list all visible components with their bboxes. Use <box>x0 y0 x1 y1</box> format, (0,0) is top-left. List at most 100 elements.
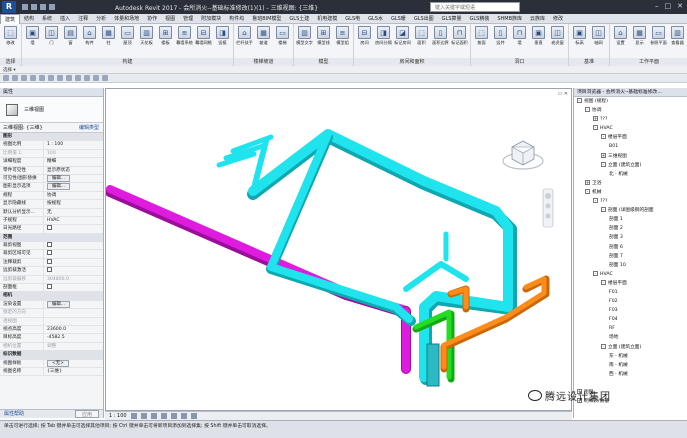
property-value[interactable] <box>44 242 103 249</box>
apply-button[interactable]: 应用 <box>74 410 99 418</box>
revit-logo-icon[interactable]: R <box>2 1 16 13</box>
tool-icon[interactable] <box>93 75 99 81</box>
tab-16[interactable]: GLS水 <box>364 14 387 24</box>
instance-label[interactable]: 三维视图: {三维} <box>3 124 43 131</box>
property-value[interactable]: -4582.5 <box>44 334 103 341</box>
tab-9[interactable]: 管理 <box>179 14 197 24</box>
property-value[interactable]: 协调 <box>44 192 103 199</box>
view-scale[interactable]: 1 : 100 <box>109 413 127 419</box>
collapse-icon[interactable]: - <box>585 188 590 194</box>
browser-node[interactable]: -??? <box>574 197 687 206</box>
property-checkbox[interactable] <box>47 267 52 273</box>
property-value[interactable] <box>44 258 103 266</box>
property-section[interactable]: 范围 <box>0 233 103 243</box>
browser-node[interactable]: F01 <box>574 288 687 297</box>
tab-17[interactable]: GLS暖 <box>387 14 410 24</box>
tab-22[interactable]: 云族库 <box>526 14 549 24</box>
property-value[interactable]: HVAC <box>44 217 103 224</box>
browser-node[interactable] <box>574 379 687 388</box>
search-input[interactable]: 键入关键字或短语 <box>430 2 520 12</box>
property-value[interactable]: 精细 <box>44 158 103 165</box>
tool-icon[interactable] <box>75 75 81 81</box>
tool-icon[interactable] <box>21 75 27 81</box>
save-icon[interactable] <box>31 4 37 10</box>
property-checkbox[interactable] <box>47 250 52 256</box>
temporary-hide-icon[interactable] <box>190 413 197 419</box>
property-checkbox[interactable] <box>47 284 52 290</box>
tab-0[interactable]: 建筑 <box>0 13 21 24</box>
browser-node[interactable]: 剖面 7 <box>574 252 687 261</box>
property-section[interactable]: 相机 <box>0 292 103 301</box>
browser-node[interactable]: 西 - 机械 <box>574 370 687 379</box>
browser-node[interactable]: B01 <box>574 142 687 151</box>
collapse-icon[interactable]: - <box>593 125 598 131</box>
tab-4[interactable]: 注释 <box>74 14 92 24</box>
browser-node[interactable]: - 协调 <box>574 106 687 115</box>
tab-7[interactable]: 协作 <box>143 14 161 24</box>
collapse-icon[interactable]: - <box>601 279 606 285</box>
tab-13[interactable]: GLS土建 <box>285 14 313 24</box>
property-value[interactable]: 编辑... <box>44 174 103 182</box>
browser-node[interactable]: 南 - 机械 <box>574 361 687 370</box>
property-value[interactable]: 无 <box>44 209 103 216</box>
expand-icon[interactable]: + <box>585 179 590 185</box>
browser-node[interactable]: 剖面 1 <box>574 215 687 224</box>
property-value[interactable]: 1 : 100 <box>44 141 103 148</box>
browser-node[interactable]: 场地 <box>574 333 687 342</box>
crop-icon[interactable] <box>170 413 177 419</box>
tool-icon[interactable] <box>57 75 63 81</box>
property-value[interactable]: {三维} <box>44 368 103 375</box>
property-section[interactable]: 图形 <box>0 133 103 142</box>
properties-help-link[interactable]: 属性帮助 <box>4 410 24 418</box>
browser-node[interactable]: 剖面 10 <box>574 261 687 270</box>
property-edit-button[interactable]: 编辑... <box>47 174 70 182</box>
browser-node[interactable]: F04 <box>574 315 687 324</box>
browser-node[interactable]: - 视图 (规程) <box>574 97 687 106</box>
browser-node[interactable]: 北 - 机械 <box>574 170 687 179</box>
expand-icon[interactable]: + <box>601 152 606 158</box>
browser-node[interactable]: - 楼层平面 <box>574 133 687 142</box>
browser-node[interactable]: 东 - 机械 <box>574 352 687 361</box>
viewport-window-controls[interactable]: ▭ ✕ <box>557 91 568 97</box>
open-icon[interactable] <box>22 4 28 10</box>
collapse-icon[interactable]: - <box>601 343 606 349</box>
collapse-icon[interactable]: - <box>585 107 590 113</box>
tab-3[interactable]: 插入 <box>56 14 74 24</box>
property-value[interactable]: 编辑... <box>44 300 103 308</box>
shadows-icon[interactable] <box>160 413 167 419</box>
browser-node[interactable]: F02 <box>574 297 687 306</box>
property-value[interactable]: 23600.0 <box>44 326 103 333</box>
browser-node[interactable]: - 剖面 (详图级钢的剖面 <box>574 206 687 215</box>
tool-icon[interactable] <box>84 75 90 81</box>
property-checkbox[interactable] <box>47 258 52 264</box>
undo-icon[interactable] <box>40 4 46 10</box>
browser-node[interactable]: - 机械 <box>574 188 687 197</box>
property-value[interactable] <box>44 284 103 291</box>
property-edit-button[interactable]: <无> <box>47 359 69 367</box>
tool-icon[interactable] <box>3 75 9 81</box>
property-value[interactable] <box>44 225 103 232</box>
collapse-icon[interactable]: - <box>601 161 606 167</box>
3d-viewport[interactable]: ▭ ✕ <box>105 88 572 411</box>
property-section[interactable]: 标识数据 <box>0 351 103 360</box>
property-checkbox[interactable] <box>47 225 52 231</box>
expand-icon[interactable]: + <box>593 116 598 122</box>
tab-8[interactable]: 视图 <box>161 14 179 24</box>
visual-style-icon[interactable] <box>140 413 147 419</box>
property-checkbox[interactable] <box>47 242 52 248</box>
duct-model-drawing[interactable] <box>105 89 571 410</box>
browser-node[interactable]: 剖面 6 <box>574 243 687 252</box>
redo-icon[interactable] <box>49 4 55 10</box>
collapse-icon[interactable]: - <box>601 207 606 213</box>
edit-type-button[interactable]: 编辑类型 <box>79 124 99 131</box>
collapse-icon[interactable]: - <box>577 98 582 103</box>
browser-node[interactable]: + 卫浴 <box>574 179 687 188</box>
lock-icon[interactable] <box>180 413 187 419</box>
property-value[interactable]: 编辑... <box>44 183 103 191</box>
select-dropdown[interactable]: 选择 ▾ <box>3 67 16 73</box>
tab-10[interactable]: 附加模块 <box>197 14 225 24</box>
minimize-icon[interactable]: – <box>655 2 659 10</box>
tab-19[interactable]: GLS算量 <box>438 14 466 24</box>
property-value[interactable] <box>44 267 103 274</box>
close-icon[interactable]: ✕ <box>677 2 683 10</box>
